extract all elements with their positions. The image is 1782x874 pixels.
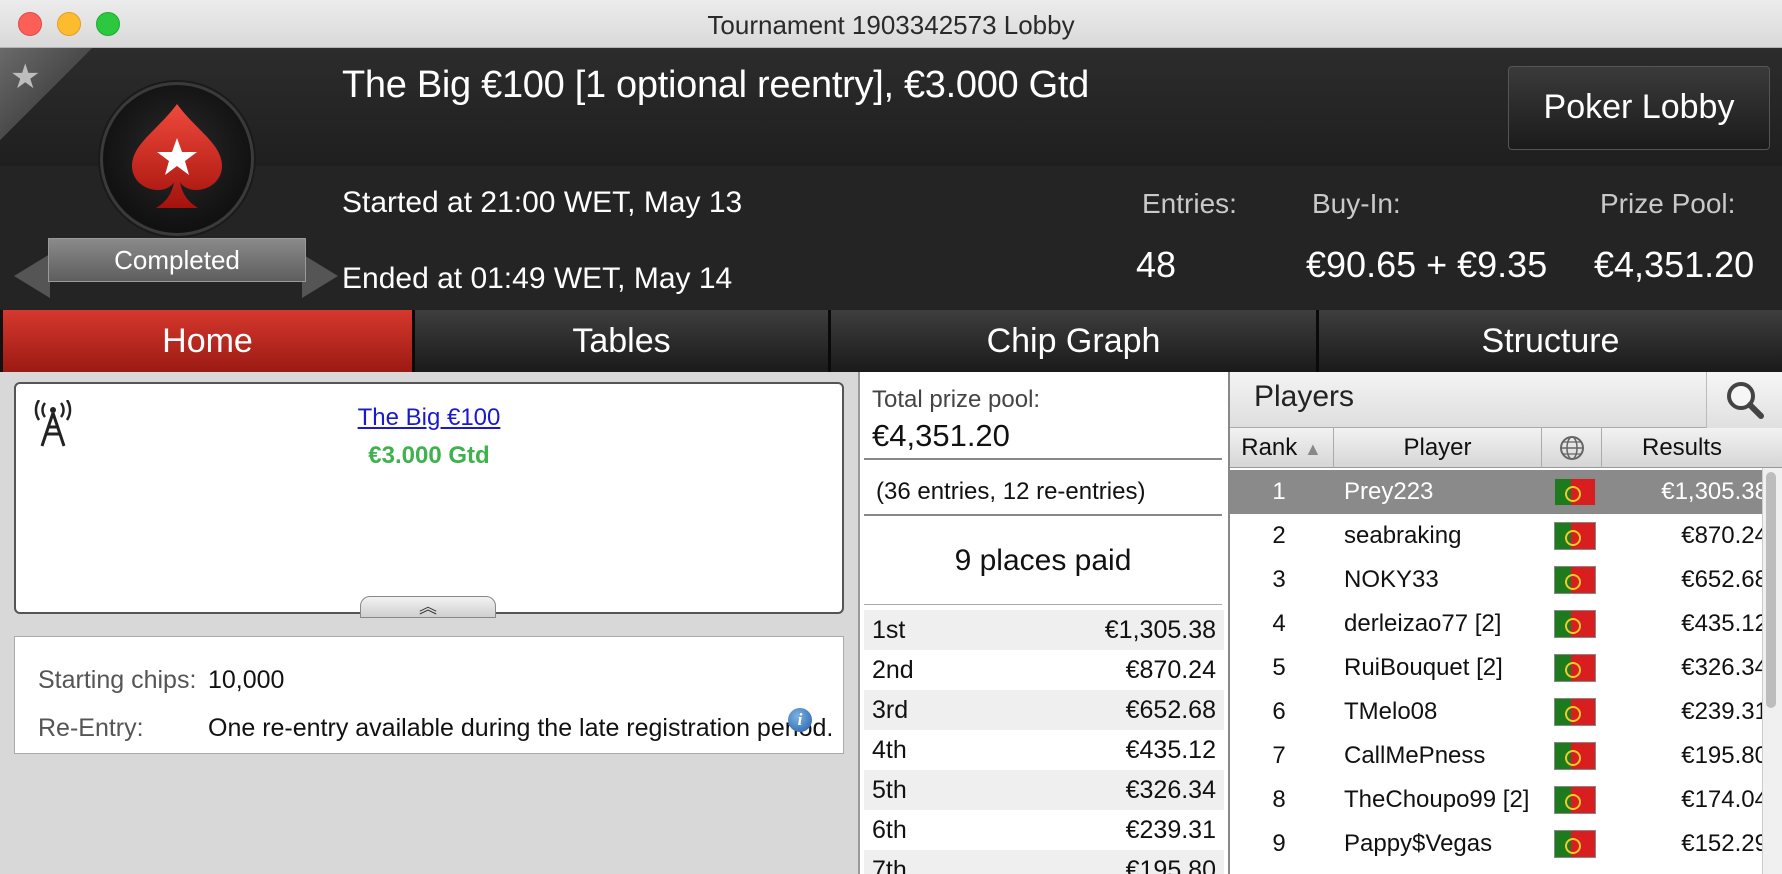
player-row[interactable]: 8 TheChoupo99 [2] €174.04 bbox=[1230, 778, 1768, 822]
tab-home[interactable]: Home bbox=[3, 310, 415, 372]
column-rank[interactable]: Rank ▲ bbox=[1230, 428, 1334, 468]
divider bbox=[864, 604, 1222, 605]
buyin-label: Buy-In: bbox=[1312, 188, 1401, 219]
players-title: Players bbox=[1254, 380, 1355, 413]
reentry-value: One re-entry available during the late r… bbox=[208, 714, 834, 742]
reentry-label: Re-Entry: bbox=[38, 714, 144, 742]
portugal-flag-icon bbox=[1554, 786, 1596, 814]
entries-note: (36 entries, 12 re-entries) bbox=[876, 478, 1146, 505]
entries-value: 48 bbox=[1136, 244, 1177, 285]
globe-icon bbox=[1559, 436, 1584, 460]
player-row[interactable]: 3 NOKY33 €652.68 bbox=[1230, 558, 1768, 602]
magnifier-icon bbox=[1727, 382, 1764, 419]
buyin-value: €90.65 + €9.35 bbox=[1306, 244, 1548, 285]
portugal-flag-icon bbox=[1554, 522, 1596, 550]
prize-row: 2nd €870.24 bbox=[864, 650, 1224, 690]
tab-bar: Home Tables Chip Graph Structure bbox=[0, 310, 1782, 372]
prize-row: 1st €1,305.38 bbox=[864, 610, 1224, 650]
player-row[interactable]: 5 RuiBouquet [2] €326.34 bbox=[1230, 646, 1768, 690]
tournament-title: The Big €100 [1 optional reentry], €3.00… bbox=[342, 64, 1090, 106]
ribbon-right-tail bbox=[302, 254, 338, 298]
window-titlebar: Tournament 1903342573 Lobby bbox=[0, 0, 1782, 48]
info-icon[interactable]: i bbox=[788, 708, 812, 732]
divider bbox=[864, 458, 1222, 460]
portugal-flag-icon bbox=[1554, 566, 1596, 594]
portugal-flag-icon bbox=[1554, 610, 1596, 638]
players-scrollbar-thumb[interactable] bbox=[1766, 472, 1776, 708]
player-row[interactable]: 4 derleizao77 [2] €435.12 bbox=[1230, 602, 1768, 646]
tab-tables[interactable]: Tables bbox=[415, 310, 831, 372]
player-row[interactable]: 2 seabraking €870.24 bbox=[1230, 514, 1768, 558]
starting-chips-value: 10,000 bbox=[208, 666, 285, 694]
prizepool-value: €4,351.20 bbox=[1594, 244, 1755, 285]
portugal-flag-icon bbox=[1554, 742, 1596, 770]
search-players-button[interactable] bbox=[1706, 372, 1782, 428]
entries-label: Entries: bbox=[1142, 188, 1237, 219]
tab-chip-graph[interactable]: Chip Graph bbox=[831, 310, 1319, 372]
prizepool-label: Prize Pool: bbox=[1600, 188, 1736, 219]
portugal-flag-icon bbox=[1554, 654, 1596, 682]
start-time: Started at 21:00 WET, May 13 bbox=[342, 186, 743, 219]
portugal-flag-icon bbox=[1554, 698, 1596, 726]
portugal-flag-icon bbox=[1554, 478, 1596, 506]
column-results[interactable]: Results bbox=[1602, 428, 1762, 468]
window-title: Tournament 1903342573 Lobby bbox=[707, 10, 1075, 40]
total-prize-label: Total prize pool: bbox=[872, 386, 1041, 413]
pokerstars-logo bbox=[100, 82, 254, 236]
poker-lobby-button[interactable]: Poker Lobby bbox=[1508, 66, 1770, 150]
total-prize-value: €4,351.20 bbox=[872, 418, 1010, 453]
prize-row: 7th €195.80 bbox=[864, 850, 1224, 874]
player-row[interactable]: 6 TMelo08 €239.31 bbox=[1230, 690, 1768, 734]
player-row[interactable]: 1 Prey223 €1,305.38 bbox=[1230, 470, 1768, 514]
starting-chips-label: Starting chips: bbox=[38, 666, 197, 694]
sort-ascending-icon: ▲ bbox=[1303, 439, 1322, 459]
end-time: Ended at 01:49 WET, May 14 bbox=[342, 262, 733, 295]
column-country[interactable] bbox=[1542, 428, 1602, 468]
status-badge: Completed bbox=[48, 238, 306, 282]
player-row[interactable]: 7 CallMePness €195.80 bbox=[1230, 734, 1768, 778]
tab-structure[interactable]: Structure bbox=[1319, 310, 1782, 372]
places-paid: 9 places paid bbox=[954, 544, 1132, 577]
prize-row: 3rd €652.68 bbox=[864, 690, 1224, 730]
star-icon[interactable]: ★ bbox=[10, 60, 40, 94]
prize-row: 6th €239.31 bbox=[864, 810, 1224, 850]
spade-icon bbox=[132, 104, 222, 208]
guarantee-text: €3.000 Gtd bbox=[368, 442, 490, 469]
tournament-name-link[interactable]: The Big €100 bbox=[14, 404, 844, 432]
prize-row: 5th €326.34 bbox=[864, 770, 1224, 810]
ribbon-left-tail bbox=[14, 254, 50, 298]
portugal-flag-icon bbox=[1554, 830, 1596, 858]
expand-collapse-handle[interactable]: ︽ bbox=[360, 596, 496, 618]
player-row[interactable]: 9 Pappy$Vegas €152.29 bbox=[1230, 822, 1768, 866]
prize-row: 4th €435.12 bbox=[864, 730, 1224, 770]
column-player[interactable]: Player bbox=[1334, 428, 1542, 468]
divider bbox=[864, 514, 1222, 516]
